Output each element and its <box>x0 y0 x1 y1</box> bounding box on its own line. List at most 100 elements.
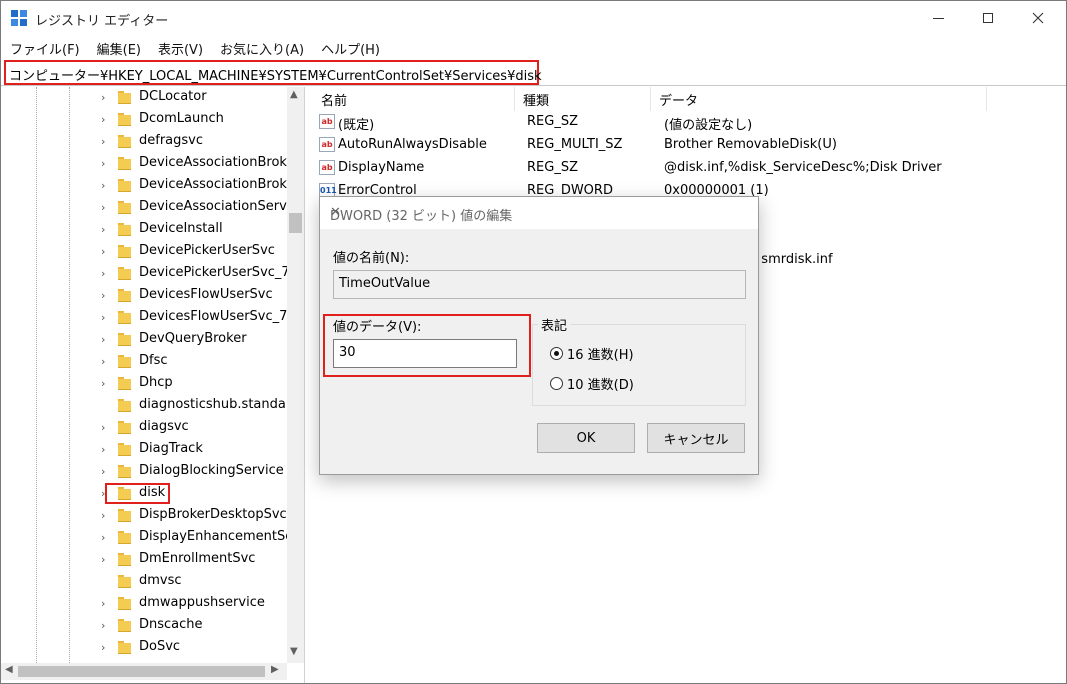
menu-favorites[interactable]: お気に入り(A) <box>211 37 312 59</box>
address-bar[interactable]: コンピューター¥HKEY_LOCAL_MACHINE¥SYSTEM¥Curren… <box>4 60 542 85</box>
menu-edit[interactable]: 編集(E) <box>88 37 149 59</box>
tree-item[interactable]: › DevicesFlowUserSvc_735 <box>1 307 304 329</box>
tree-item-label: DeviceAssociationBroker <box>139 177 300 192</box>
tree-item[interactable]: › disk <box>1 483 287 505</box>
tree-horizontal-scrollbar[interactable]: ◀ ▶ <box>1 663 287 680</box>
chevron-right-icon[interactable]: › <box>101 91 105 104</box>
ok-button[interactable]: OK <box>537 423 635 453</box>
scroll-thumb[interactable] <box>18 666 265 677</box>
window-title: レジストリ エディター <box>35 14 169 29</box>
menu-help[interactable]: ヘルプ(H) <box>312 37 388 59</box>
tree-item-label: DevicesFlowUserSvc <box>139 287 273 302</box>
tree-item-label: diagsvc <box>139 419 189 434</box>
column-header-data[interactable]: データ <box>651 87 987 111</box>
chevron-right-icon[interactable]: › <box>101 355 105 368</box>
tree-item[interactable]: › DevQueryBroker <box>1 329 287 351</box>
chevron-right-icon[interactable]: › <box>101 157 105 170</box>
chevron-right-icon[interactable]: › <box>101 465 105 478</box>
dialog-close-icon[interactable]: ✕ <box>330 205 341 220</box>
scroll-right-icon[interactable]: ▶ <box>271 664 279 675</box>
column-header-type[interactable]: 種類 <box>515 87 651 111</box>
chevron-right-icon[interactable]: › <box>101 113 105 126</box>
chevron-right-icon[interactable]: › <box>101 311 105 324</box>
tree-item[interactable]: › DeviceAssociationBroker <box>1 153 300 175</box>
chevron-right-icon[interactable]: › <box>101 597 105 610</box>
close-button[interactable] <box>1015 1 1061 35</box>
value-type: REG_SZ <box>527 114 578 129</box>
tree-item[interactable]: › defragsvc <box>1 131 287 153</box>
radio-hexadecimal[interactable]: 16 進数(H) <box>550 344 634 363</box>
column-header-name[interactable]: 名前 <box>313 87 515 111</box>
cancel-button[interactable]: キャンセル <box>647 423 745 453</box>
value-row[interactable]: ab AutoRunAlwaysDisable REG_MULTI_SZ Brothe… <box>313 134 1066 157</box>
chevron-right-icon[interactable]: › <box>101 245 105 258</box>
minimize-button[interactable] <box>915 1 961 35</box>
value-type: REG_SZ <box>527 160 578 175</box>
tree-item[interactable]: › DeviceAssociationBroker <box>1 175 300 197</box>
tree-item[interactable]: › DevicesFlowUserSvc <box>1 285 287 307</box>
base-group-label: 表記 <box>538 315 571 334</box>
scroll-down-icon[interactable]: ▼ <box>290 646 298 657</box>
tree-item[interactable]: › DcomLaunch <box>1 109 287 131</box>
chevron-right-icon[interactable]: › <box>101 333 105 346</box>
tree-item[interactable]: › Dhcp <box>1 373 287 395</box>
value-data-input[interactable]: 30 <box>333 339 517 368</box>
menu-bar: ファイル(F) 編集(E) 表示(V) お気に入り(A) ヘルプ(H) <box>1 37 388 59</box>
chevron-right-icon[interactable]: › <box>101 443 105 456</box>
chevron-right-icon[interactable]: › <box>101 421 105 434</box>
chevron-right-icon[interactable]: › <box>101 619 105 632</box>
title-bar: レジストリ エディター <box>1 1 1066 35</box>
string-value-icon: ab <box>319 160 335 175</box>
value-name-field[interactable]: TimeOutValue <box>333 270 746 299</box>
tree-item-label: Dhcp <box>139 375 173 390</box>
tree-item[interactable]: › diagsvc <box>1 417 287 439</box>
tree-item[interactable]: › DmEnrollmentSvc <box>1 549 287 571</box>
scroll-left-icon[interactable]: ◀ <box>5 664 13 675</box>
tree-item[interactable]: › DispBrokerDesktopSvc <box>1 505 287 527</box>
tree-item[interactable]: › DCLocator <box>1 87 287 109</box>
scroll-up-icon[interactable]: ▲ <box>290 89 298 100</box>
value-name-text: TimeOutValue <box>339 276 431 291</box>
tree-item[interactable]: › DeviceAssociationService <box>1 197 304 219</box>
value-name: DisplayName <box>338 160 425 175</box>
value-row[interactable]: ab DisplayName REG_SZ @disk.inf,%disk_Servi… <box>313 157 1066 180</box>
tree-item[interactable]: › DoSvc <box>1 637 287 659</box>
chevron-right-icon[interactable]: › <box>101 553 105 566</box>
tree-item[interactable]: › DialogBlockingService <box>1 461 287 483</box>
chevron-right-icon[interactable]: › <box>101 223 105 236</box>
menu-view[interactable]: 表示(V) <box>149 37 211 59</box>
chevron-right-icon[interactable]: › <box>101 135 105 148</box>
tree-item[interactable]: › DevicePickerUserSvc <box>1 241 287 263</box>
chevron-right-icon[interactable]: › <box>101 289 105 302</box>
value-row[interactable]: ab (既定) REG_SZ (値の設定なし) <box>313 111 1066 134</box>
chevron-right-icon[interactable]: › <box>101 179 105 192</box>
radio-decimal[interactable]: 10 進数(D) <box>550 374 634 393</box>
maximize-button[interactable] <box>965 1 1011 35</box>
string-value-icon: ab <box>319 137 335 152</box>
tree-item[interactable]: › DevicePickerUserSvc_73 <box>1 263 298 285</box>
scroll-thumb[interactable] <box>289 213 302 233</box>
chevron-right-icon[interactable]: › <box>101 641 105 654</box>
tree-item[interactable]: dmvsc <box>1 571 287 593</box>
tree-item[interactable]: › DisplayEnhancementSer <box>1 527 299 549</box>
chevron-right-icon[interactable]: › <box>101 267 105 280</box>
tree-item[interactable]: › Dnscache <box>1 615 287 637</box>
folder-icon <box>118 135 131 148</box>
tree-vertical-scrollbar[interactable]: ▲ ▼ <box>287 87 304 663</box>
chevron-right-icon[interactable]: › <box>101 201 105 214</box>
radio-hex-label: 16 進数(H) <box>567 348 634 363</box>
chevron-right-icon[interactable]: › <box>101 531 105 544</box>
folder-icon <box>118 267 131 280</box>
chevron-right-icon[interactable]: › <box>101 377 105 390</box>
folder-icon <box>118 509 131 522</box>
tree-item[interactable]: diagnosticshub.standarc <box>1 395 298 417</box>
tree-item[interactable]: › dmwappushservice <box>1 593 287 615</box>
tree-item[interactable]: › DiagTrack <box>1 439 287 461</box>
minimize-icon <box>932 17 944 19</box>
chevron-right-icon[interactable]: › <box>101 509 105 522</box>
folder-icon <box>118 311 131 324</box>
menu-file[interactable]: ファイル(F) <box>1 37 88 59</box>
tree-item[interactable]: › Dfsc <box>1 351 287 373</box>
folder-icon <box>118 399 131 412</box>
tree-item[interactable]: › DeviceInstall <box>1 219 287 241</box>
